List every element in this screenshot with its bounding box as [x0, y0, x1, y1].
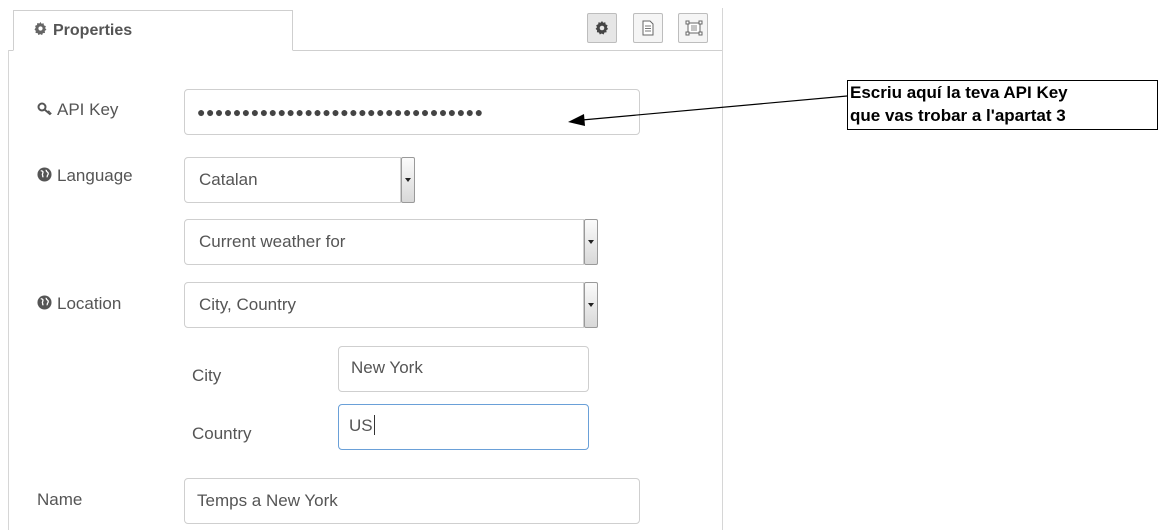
annotation-arrow	[568, 95, 848, 126]
